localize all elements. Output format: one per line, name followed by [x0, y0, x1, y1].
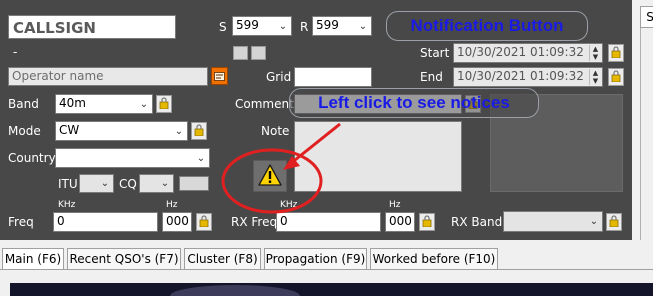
- tab-recent-qsos[interactable]: Recent QSO's (F7): [67, 248, 181, 270]
- tab-main-label: Main (F6): [4, 252, 62, 266]
- tab-recent-qsos-label: Recent QSO's (F7): [69, 252, 179, 266]
- tab-main[interactable]: Main (F6): [2, 248, 64, 270]
- content-glow: [170, 285, 300, 296]
- right-panel-tab-label: S: [646, 10, 653, 24]
- tab-content-area: [10, 283, 653, 296]
- annotation-circle: [221, 148, 323, 214]
- right-panel-tab[interactable]: S: [640, 6, 653, 28]
- annotation-arrow-circle: [221, 122, 341, 214]
- annotation-arrow-line: [289, 122, 341, 166]
- tab-strip-line: [0, 269, 653, 270]
- notices-annotation-text: Left click to see notices: [318, 93, 510, 112]
- right-panel-border: [640, 28, 641, 240]
- notices-annotation-callout: Left click to see notices: [289, 88, 539, 118]
- tab-propagation-label: Propagation (F9): [265, 252, 366, 266]
- tab-worked-before[interactable]: Worked before (F10): [370, 248, 498, 270]
- tab-worked-before-label: Worked before (F10): [372, 252, 496, 266]
- qso-entry-panel: CALLSIGN S 599 ⌄ R 599 ⌄ Notification Bu…: [0, 0, 632, 240]
- tab-propagation[interactable]: Propagation (F9): [264, 248, 367, 270]
- tab-cluster[interactable]: Cluster (F8): [184, 248, 261, 270]
- tab-cluster-label: Cluster (F8): [187, 252, 258, 266]
